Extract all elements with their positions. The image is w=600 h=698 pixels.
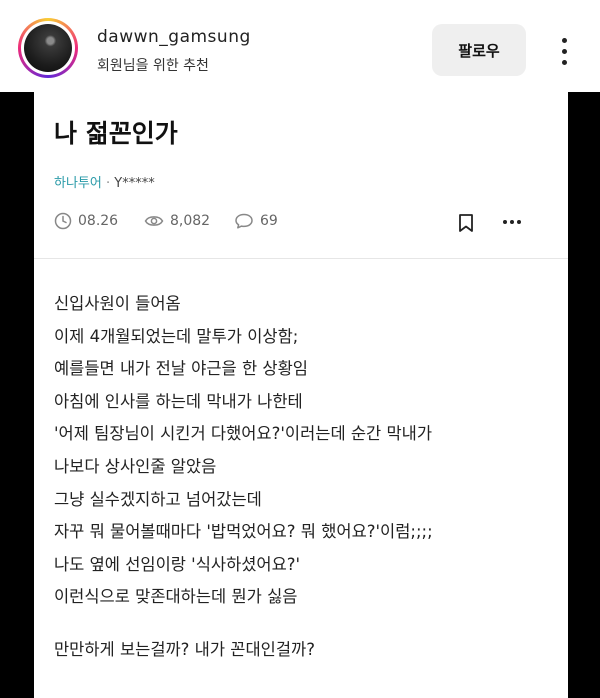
avatar-image bbox=[24, 24, 72, 72]
body-line: '어제 팀장님이 시킨거 다했어요?'이러는데 순간 막내가 bbox=[54, 424, 433, 444]
more-options-icon[interactable] bbox=[554, 34, 574, 70]
body-line: 그냥 실수겠지하고 넘어갔는데 bbox=[54, 489, 262, 509]
views-stat: 8,082 bbox=[144, 212, 210, 230]
date-stat: 08.26 bbox=[54, 212, 118, 230]
eye-icon bbox=[144, 216, 164, 226]
comment-icon bbox=[235, 213, 253, 229]
meta-separator: · bbox=[105, 176, 111, 191]
clock-icon bbox=[54, 212, 72, 230]
left-letterbox bbox=[0, 92, 34, 698]
author-name: Y***** bbox=[114, 176, 155, 191]
body-line: 나보다 상사인줄 알았음 bbox=[54, 456, 217, 476]
suggestion-subtitle: 회원님을 위한 추천 bbox=[97, 58, 209, 74]
post-title: 나 젊꼰인가 bbox=[54, 119, 178, 148]
body-line: 이제 4개월되었는데 말투가 이상함; bbox=[54, 326, 299, 346]
board-name: 하나투어 bbox=[54, 176, 102, 191]
body-line: 나도 옆에 선임이랑 '식사하셨어요?' bbox=[54, 554, 301, 574]
body-line: 신입사원이 들어옴 bbox=[54, 294, 181, 313]
divider bbox=[34, 258, 568, 259]
body-line: 아침에 인사를 하는데 막내가 나한테 bbox=[54, 391, 303, 411]
body-line: 예를들면 내가 전날 야근을 한 상황임 bbox=[54, 359, 308, 379]
post-stats: 08.26 8,082 69 bbox=[54, 212, 554, 234]
right-letterbox bbox=[568, 92, 600, 698]
comment-count: 69 bbox=[260, 213, 278, 229]
comments-stat: 69 bbox=[234, 212, 278, 230]
post-date: 08.26 bbox=[78, 213, 119, 229]
body-line: 이런식으로 맞존대하는데 뭔가 싫음 bbox=[54, 587, 298, 607]
avatar[interactable] bbox=[18, 18, 78, 78]
closing-line: 만만하게 보는걸까? 내가 꼰대인걸까? bbox=[54, 639, 315, 659]
post-header: dawwn_gamsung 회원님을 위한 추천 팔로우 bbox=[0, 0, 600, 92]
more-icon[interactable] bbox=[502, 219, 522, 225]
bookmark-icon[interactable] bbox=[457, 213, 475, 233]
article-screenshot: 나 젊꼰인가 하나투어 · Y***** 08.26 8,082 69 신입사원… bbox=[34, 92, 568, 698]
view-count: 8,082 bbox=[170, 213, 211, 229]
post-body: 신입사원이 들어옴 이제 4개월되었는데 말투가 이상함; 예를들면 내가 전날… bbox=[54, 288, 554, 667]
username[interactable]: dawwn_gamsung bbox=[97, 27, 251, 47]
post-meta: 하나투어 · Y***** bbox=[54, 172, 155, 191]
body-line: 자꾸 뭐 물어볼때마다 '밥먹었어요? 뭐 했어요?'이럼;;;; bbox=[54, 522, 433, 542]
follow-button[interactable]: 팔로우 bbox=[432, 24, 526, 76]
